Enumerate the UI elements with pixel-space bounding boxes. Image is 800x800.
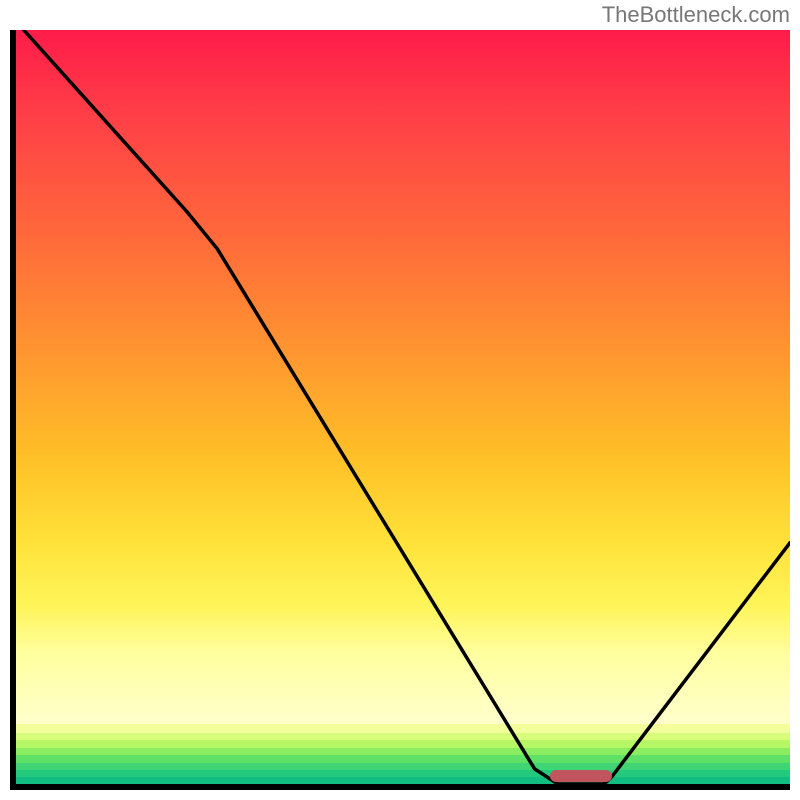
chart-area bbox=[10, 30, 790, 790]
bottleneck-curve bbox=[16, 30, 790, 784]
watermark-label: TheBottleneck.com bbox=[602, 2, 790, 28]
optimum-marker bbox=[550, 770, 612, 782]
